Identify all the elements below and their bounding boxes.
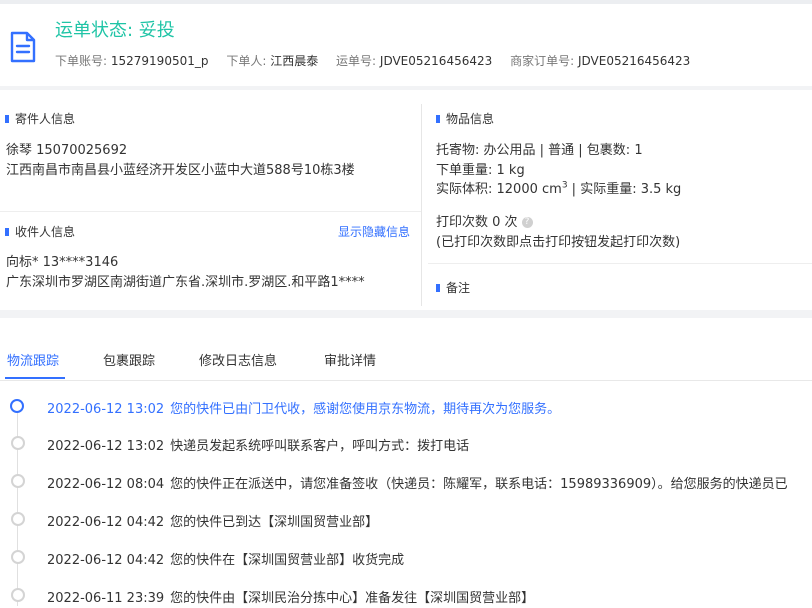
print-count-note: (已打印次数即点击打印按钮发起打印次数): [436, 235, 681, 250]
section-marker: [5, 227, 9, 236]
divider-right: [428, 263, 812, 264]
section-marker: [436, 114, 440, 123]
show-hidden-info-link[interactable]: 显示隐藏信息: [338, 223, 410, 240]
section-marker: [5, 114, 9, 123]
active-tab-indicator: [5, 377, 65, 379]
receiver-section-title: 收件人信息: [5, 223, 75, 240]
meta-waybill-no: 运单号: JDVE05216456423: [336, 54, 493, 68]
tab-logistics-tracking[interactable]: 物流跟踪: [7, 350, 59, 369]
timeline-dot-icon: [11, 474, 25, 488]
tracking-panel: 物流跟踪 包裹跟踪 修改日志信息 审批详情 2022-06-12 13:02 您的…: [0, 318, 812, 608]
tab-change-log[interactable]: 修改日志信息: [199, 350, 277, 369]
tab-approval-details[interactable]: 审批详情: [324, 350, 376, 369]
timeline-event: 2022-06-12 04:42 您的快件在【深圳国贸营业部】收货完成: [47, 553, 405, 568]
sender-name-phone: 徐琴 15070025692: [6, 143, 128, 158]
meta-account: 下单账号: 15279190501_p: [55, 54, 209, 68]
receiver-address: 广东深圳市罗湖区南湖街道广东省.深圳市.罗湖区.和平路1****: [6, 275, 365, 290]
waybill-meta: 下单账号: 15279190501_p 下单人: 江西晨泰 运单号: JDVE0…: [55, 52, 704, 69]
document-icon: [10, 31, 36, 63]
divider-left: [0, 211, 421, 212]
waybill-header: 运单状态: 妥投 下单账号: 15279190501_p 下单人: 江西晨泰 运…: [0, 0, 812, 86]
goods-order-weight: 下单重量: 1 kg: [436, 163, 525, 178]
receiver-name-phone: 向标* 13****3146: [6, 255, 119, 270]
timeline-dot-icon: [11, 436, 25, 450]
tab-package-tracking[interactable]: 包裹跟踪: [103, 350, 155, 369]
meta-orderer: 下单人: 江西晨泰: [226, 54, 319, 68]
timeline-dot-icon: [11, 588, 25, 602]
sender-section-title: 寄件人信息: [5, 110, 75, 127]
timeline-dot-icon: [11, 512, 25, 526]
timeline-event: 2022-06-12 04:42 您的快件已到达【深圳国贸营业部】: [47, 515, 379, 530]
remark-section-title: 备注: [436, 279, 470, 296]
timeline-event: 2022-06-12 13:02 快递员发起系统呼叫联系客户，呼叫方式：拨打电话: [47, 439, 470, 454]
print-count: 打印次数 0 次?: [436, 211, 533, 230]
timeline-event: 2022-06-12 13:02 您的快件已由门卫代收，感谢您使用京东物流，期待再…: [47, 402, 561, 417]
timeline-event: 2022-06-11 23:39 您的快件由【深圳民治分拣中心】准备发往【深圳国贸…: [47, 591, 535, 606]
sender-address: 江西南昌市南昌县小蓝经济开发区小蓝中大道588号10栋3楼: [6, 163, 355, 178]
goods-volume-weight: 实际体积: 12000 cm3 | 实际重量: 3.5 kg: [436, 180, 682, 197]
info-panel: 寄件人信息 徐琴 15070025692 江西南昌市南昌县小蓝经济开发区小蓝中大…: [0, 90, 812, 310]
goods-item-line: 托寄物: 办公用品 | 普通 | 包裹数: 1: [436, 143, 643, 158]
tab-bar: 物流跟踪 包裹跟踪 修改日志信息 审批详情: [0, 318, 812, 381]
section-marker: [436, 283, 440, 292]
goods-section-title: 物品信息: [436, 110, 494, 127]
waybill-status: 运单状态: 妥投: [55, 20, 175, 41]
timeline-dot-icon: [11, 550, 25, 564]
meta-merchant-order-no: 商家订单号: JDVE05216456423: [510, 54, 691, 68]
vertical-divider: [421, 104, 422, 306]
help-icon[interactable]: ?: [521, 217, 533, 228]
timeline-dot-current-icon: [10, 399, 24, 413]
timeline-event: 2022-06-12 08:04 您的快件正在派送中，请您准备签收（快递员：陈耀军…: [47, 477, 788, 492]
